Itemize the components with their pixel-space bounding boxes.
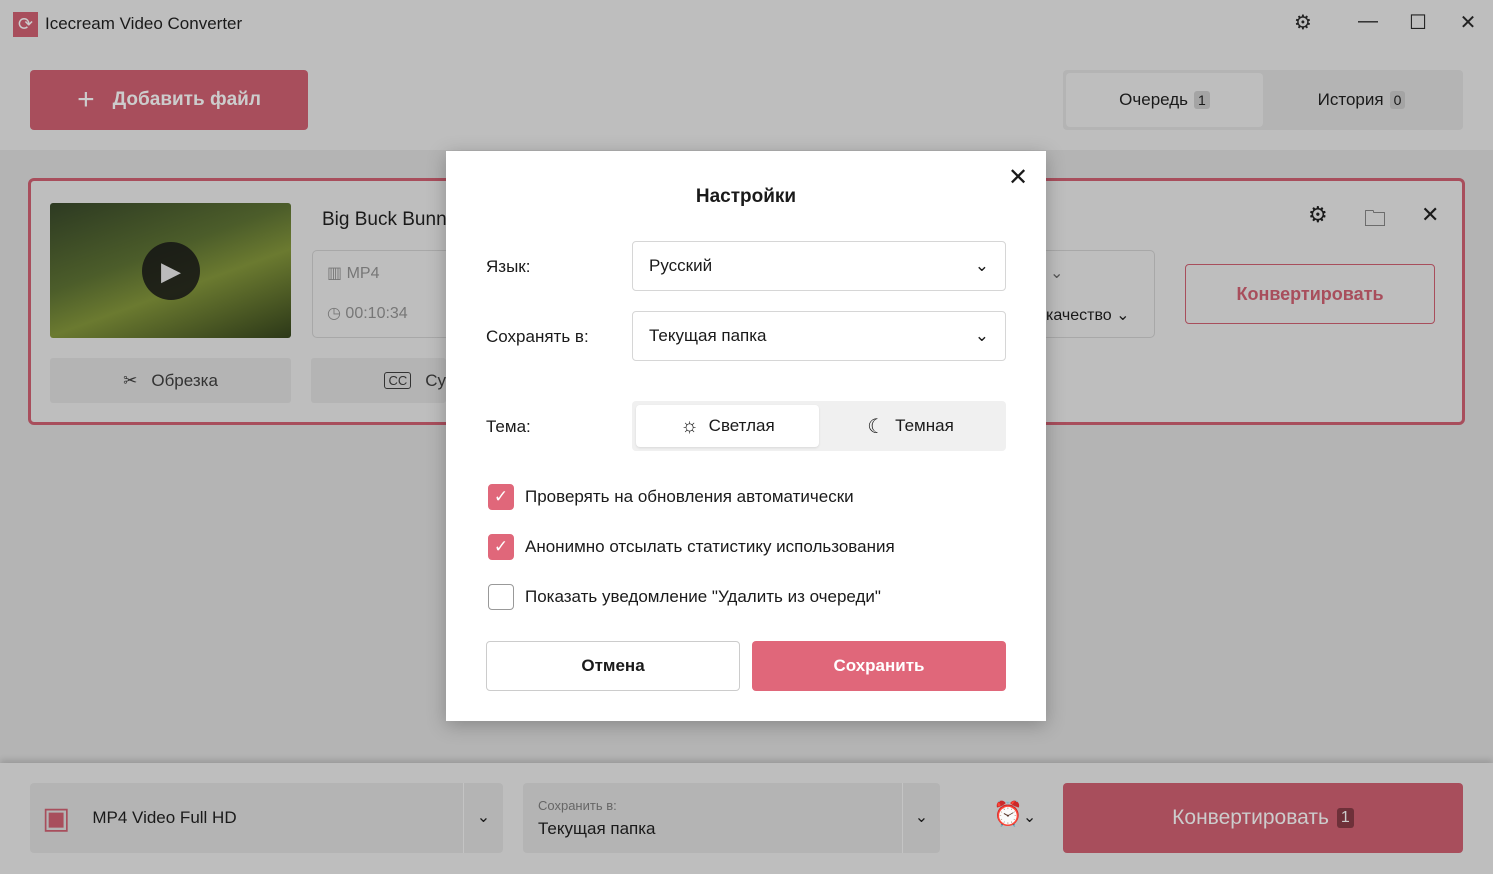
output-folder-select[interactable]: Сохранить в: Текущая папка ⌄ bbox=[523, 783, 940, 853]
moon-icon: ☾ bbox=[867, 415, 886, 438]
auto-update-checkbox[interactable]: ✓ Проверять на обновления автоматически bbox=[488, 484, 854, 510]
theme-light-label: Светлая bbox=[708, 416, 775, 435]
film-icon: ▥ bbox=[327, 265, 343, 282]
convert-file-button[interactable]: Конвертировать bbox=[1185, 264, 1435, 324]
save-location-select[interactable]: Текущая папка ⌄ bbox=[632, 311, 1006, 361]
tab-label: Очередь bbox=[1119, 90, 1189, 109]
chevron-down-icon: ⌄ bbox=[974, 326, 989, 345]
language-label: Язык: bbox=[486, 257, 531, 276]
checkbox-label: Проверять на обновления автоматически bbox=[525, 487, 854, 506]
cc-icon: CC bbox=[384, 372, 412, 389]
anonymous-stats-checkbox[interactable]: ✓ Анонимно отсылать статистику использова… bbox=[488, 534, 895, 560]
language-value: Русский bbox=[649, 256, 713, 275]
file-duration: 00:10:34 bbox=[345, 305, 408, 322]
checkbox-label: Показать уведомление "Удалить из очереди… bbox=[525, 587, 881, 606]
subtitles-label: Су bbox=[425, 370, 446, 390]
close-window-button[interactable]: ✕ bbox=[1453, 10, 1483, 35]
minimize-button[interactable]: — bbox=[1353, 10, 1383, 33]
checkbox-label: Анонимно отсылать статистику использован… bbox=[525, 537, 895, 556]
theme-light-button[interactable]: ☼ Светлая bbox=[636, 405, 819, 447]
convert-label: Конвертировать bbox=[1172, 806, 1329, 829]
chevron-down-icon: ⌄ bbox=[1050, 265, 1064, 282]
count-badge: 0 bbox=[1389, 91, 1406, 109]
tab-history[interactable]: История 0 bbox=[1263, 73, 1460, 127]
preset-value: MP4 Video Full HD bbox=[92, 808, 237, 827]
convert-all-button[interactable]: Конвертировать 1 bbox=[1063, 783, 1463, 853]
quality-box[interactable]: ⌄ качество ⌄ bbox=[1040, 250, 1155, 338]
checkbox-checked-icon: ✓ bbox=[488, 534, 514, 560]
chevron-down-icon: ⌄ bbox=[902, 783, 940, 853]
schedule-alarm-icon[interactable]: ⏰⌄ bbox=[993, 800, 1036, 829]
file-format: MP4 bbox=[346, 265, 380, 282]
quality-label: качество bbox=[1046, 307, 1112, 324]
chevron-down-icon: ⌄ bbox=[1022, 809, 1037, 826]
settings-dialog: Настройки ✕ Язык: Русский ⌄ Сохранять в: … bbox=[446, 151, 1046, 721]
checkbox-checked-icon: ✓ bbox=[488, 484, 514, 510]
scissors-icon: ✂ bbox=[123, 370, 138, 390]
save-to-value: Текущая папка bbox=[538, 818, 656, 838]
settings-gear-icon[interactable]: ⚙ bbox=[1288, 10, 1318, 35]
save-button[interactable]: Сохранить bbox=[752, 641, 1006, 691]
theme-label: Тема: bbox=[486, 417, 531, 436]
maximize-button[interactable]: ☐ bbox=[1403, 10, 1433, 35]
cancel-button[interactable]: Отмена bbox=[486, 641, 740, 691]
queue-history-tabs: Очередь 1 История 0 bbox=[1063, 70, 1463, 130]
video-preset-icon: ▣ bbox=[42, 801, 71, 835]
remove-notification-checkbox[interactable]: Показать уведомление "Удалить из очереди… bbox=[488, 584, 881, 610]
tab-label: История bbox=[1317, 90, 1384, 109]
save-to-label: Сохранить в: bbox=[538, 797, 617, 813]
language-select[interactable]: Русский ⌄ bbox=[632, 241, 1006, 291]
tab-queue[interactable]: Очередь 1 bbox=[1066, 73, 1263, 127]
checkbox-unchecked-icon bbox=[488, 584, 514, 610]
theme-toggle: ☼ Светлая ☾ Темная bbox=[632, 401, 1006, 451]
trim-button[interactable]: ✂ Обрезка bbox=[50, 358, 291, 403]
plus-icon: + bbox=[77, 83, 95, 116]
save-location-label: Сохранять в: bbox=[486, 327, 589, 346]
add-file-label: Добавить файл bbox=[112, 89, 261, 110]
chevron-down-icon: ⌄ bbox=[974, 256, 989, 275]
subtitles-button[interactable]: CC Су bbox=[311, 358, 446, 403]
clock-icon: ◷ bbox=[327, 305, 341, 322]
chevron-down-icon: ⌄ bbox=[463, 783, 503, 853]
app-title: Icecream Video Converter bbox=[45, 14, 243, 33]
trim-label: Обрезка bbox=[151, 370, 218, 390]
save-location-value: Текущая папка bbox=[649, 326, 767, 345]
count-badge: 1 bbox=[1194, 91, 1210, 109]
play-icon[interactable]: ▶ bbox=[142, 242, 200, 300]
add-file-button[interactable]: + Добавить файл bbox=[30, 70, 308, 130]
dialog-title: Настройки bbox=[695, 186, 797, 207]
count-badge: 1 bbox=[1336, 808, 1354, 828]
close-dialog-icon[interactable]: ✕ bbox=[1008, 163, 1028, 192]
file-settings-icon[interactable]: ⚙ bbox=[1308, 202, 1328, 228]
chevron-down-icon: ⌄ bbox=[1116, 307, 1130, 324]
file-name: Big Buck Bunny bbox=[322, 209, 457, 230]
theme-dark-label: Темная bbox=[895, 416, 954, 435]
theme-dark-button[interactable]: ☾ Темная bbox=[819, 405, 1002, 447]
preset-select[interactable]: ▣ MP4 Video Full HD ⌄ bbox=[30, 783, 503, 853]
remove-file-icon[interactable]: ✕ bbox=[1421, 202, 1439, 228]
file-info: ▥ MP4 ◷ 00:10:34 bbox=[312, 250, 452, 338]
app-logo-icon: ⟳ bbox=[13, 12, 38, 37]
sun-icon: ☼ bbox=[680, 414, 699, 437]
folder-icon[interactable]: 🗀 bbox=[1364, 202, 1386, 240]
